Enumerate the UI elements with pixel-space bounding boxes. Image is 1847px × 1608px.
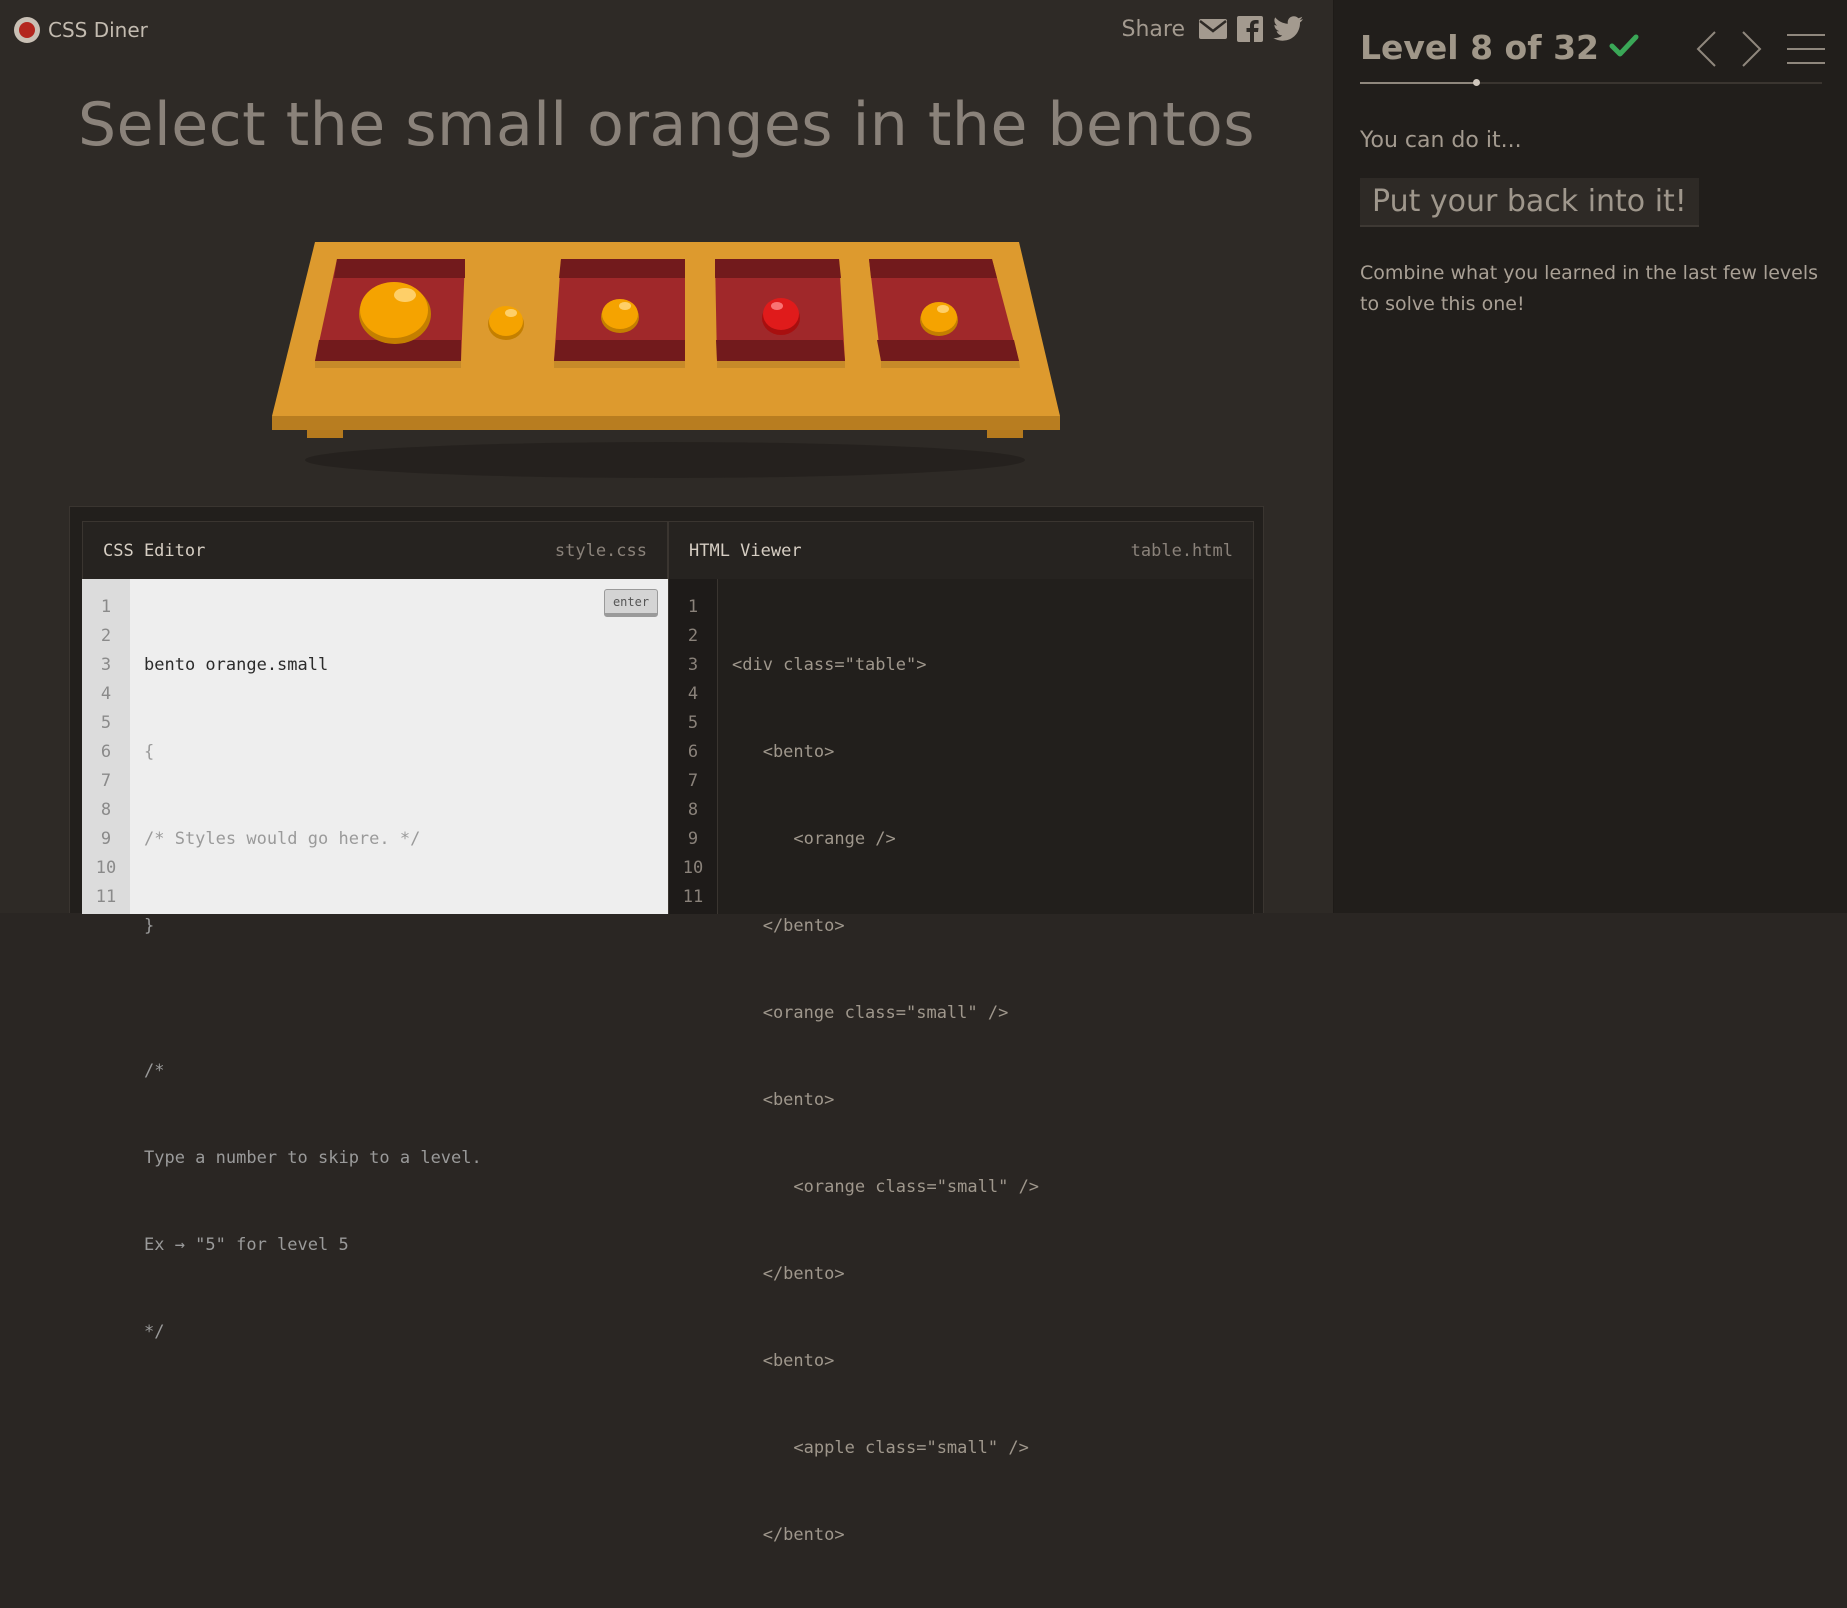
orange-small[interactable]	[920, 302, 958, 336]
css-code: bento orange.small { /* Styles would go …	[130, 579, 668, 1342]
orange-small[interactable]	[601, 299, 639, 333]
markup-line[interactable]: <orange class="small" />	[732, 999, 1253, 1028]
level-indicator[interactable]: Level 8 of 32	[1360, 28, 1599, 67]
html-code: <div class="table"> <bento> <orange /> <…	[718, 579, 1253, 1545]
css-line-numbers: 1 2 3 4 5 6 7 8 9 10 11	[82, 579, 130, 914]
markup-line[interactable]: <div class="table">	[732, 651, 1253, 680]
markup-line[interactable]: <bento>	[732, 738, 1253, 767]
logo-icon	[14, 17, 40, 43]
markup-line[interactable]: </bento>	[732, 1260, 1253, 1289]
email-icon[interactable]	[1199, 19, 1227, 39]
markup-line[interactable]: <bento>	[732, 1347, 1253, 1376]
code-line: /* Styles would go here. */	[144, 829, 421, 849]
facebook-icon[interactable]	[1237, 16, 1263, 42]
level-sidebar: Level 8 of 32 You can do it... Put your …	[1334, 0, 1847, 913]
hint-description: Combine what you learned in the last few…	[1360, 262, 1819, 315]
code-line: Type a number to skip to a level.	[144, 1148, 482, 1168]
css-editor-header: CSS Editor style.css	[82, 521, 668, 579]
checkmark-icon	[1609, 33, 1639, 63]
html-viewer: HTML Viewer table.html 1 2 3 4 5 6 7 8 9 10 11 <di…	[668, 521, 1254, 1545]
editor-panel: CSS Editor style.css 1 2 3 4 5 6 7 8 9 10 11 bento…	[69, 506, 1264, 1545]
markup-line[interactable]: <orange class="small" />	[732, 1173, 1253, 1202]
markup-line[interactable]: <apple class="small" />	[732, 1434, 1253, 1463]
level-progress-marker	[1472, 79, 1480, 86]
code-line: Ex → "5" for level 5	[144, 1235, 349, 1255]
html-viewer-title: HTML Viewer	[689, 540, 802, 561]
markup-line[interactable]: <orange />	[732, 825, 1253, 854]
twitter-icon[interactable]	[1273, 16, 1303, 42]
html-line-numbers: 1 2 3 4 5 6 7 8 9 10 11	[669, 579, 718, 914]
apple-small[interactable]	[762, 298, 800, 335]
hint-title: You can do it...	[1360, 128, 1522, 153]
level-instruction: Select the small oranges in the bentos	[78, 90, 1255, 160]
html-file-name: table.html	[1130, 540, 1233, 561]
previous-level-icon[interactable]	[1695, 30, 1717, 72]
level-header: Level 8 of 32	[1360, 28, 1639, 67]
hint-headline: Put your back into it!	[1360, 178, 1699, 227]
app-logo[interactable]: CSS Diner	[14, 17, 148, 43]
markup-line[interactable]: </bento>	[732, 912, 1253, 941]
code-line: */	[144, 1322, 165, 1342]
markup-line[interactable]: <bento>	[732, 1086, 1253, 1115]
menu-icon[interactable]	[1787, 32, 1825, 70]
enter-button[interactable]: enter	[604, 589, 658, 617]
app-title: CSS Diner	[48, 18, 148, 42]
css-editor-title: CSS Editor	[103, 540, 206, 561]
code-line: {	[144, 742, 155, 762]
level-progress-bar	[1360, 79, 1822, 86]
level-progress-fill	[1360, 82, 1476, 84]
share-label: Share	[1121, 16, 1186, 42]
code-line: }	[144, 916, 155, 936]
game-area: CSS Diner Share Select the small oranges…	[0, 0, 1334, 1545]
code-line: /*	[144, 1061, 165, 1081]
next-level-icon[interactable]	[1741, 30, 1763, 72]
level-navigation	[1695, 30, 1825, 72]
css-file-name: style.css	[554, 540, 647, 561]
dinner-table	[255, 238, 1075, 492]
css-selector-input[interactable]: bento orange.small	[144, 651, 668, 680]
share-bar: Share	[1121, 16, 1303, 42]
orange-small[interactable]	[488, 306, 524, 340]
html-viewer-header: HTML Viewer table.html	[668, 521, 1254, 579]
css-editor: CSS Editor style.css 1 2 3 4 5 6 7 8 9 10 11 bento…	[82, 521, 668, 1342]
markup-line[interactable]: </bento>	[732, 1521, 1253, 1550]
